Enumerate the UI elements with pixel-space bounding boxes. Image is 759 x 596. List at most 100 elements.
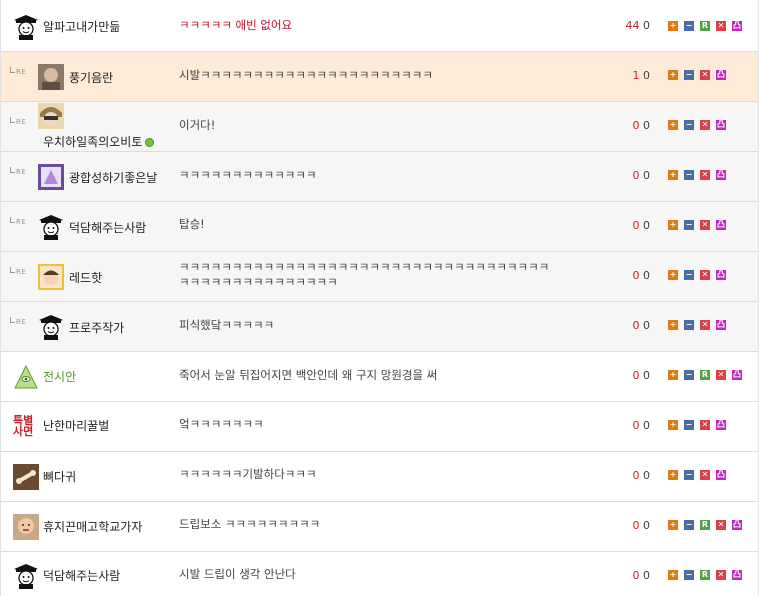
downvote-count: 0 xyxy=(643,469,650,482)
upvote-count: 0 xyxy=(632,469,640,482)
delete-button[interactable]: ✕ xyxy=(700,70,710,80)
comment-author[interactable]: 뼈다귀 xyxy=(43,468,76,485)
delete-button[interactable]: ✕ xyxy=(700,470,710,480)
vote-count: 0 0 xyxy=(633,169,651,182)
comment-actions: + − ✕ 凸 xyxy=(668,70,726,80)
report-button[interactable]: 凸 xyxy=(716,220,726,230)
comment-actions: + − ✕ 凸 xyxy=(668,270,726,280)
report-button[interactable]: 凸 xyxy=(732,520,742,530)
comment-actions: + − R ✕ 凸 xyxy=(668,21,742,31)
oppose-button[interactable]: − xyxy=(684,520,694,530)
recommend-button[interactable]: + xyxy=(668,420,678,430)
comment-author[interactable]: 덕담해주는사람 xyxy=(69,219,146,236)
oppose-button[interactable]: − xyxy=(684,120,694,130)
downvote-count: 0 xyxy=(643,19,650,32)
comment-actions: + − ✕ 凸 xyxy=(668,120,726,130)
downvote-count: 0 xyxy=(643,119,650,132)
downvote-count: 0 xyxy=(643,519,650,532)
recommend-button[interactable]: + xyxy=(668,170,678,180)
report-button[interactable]: 凸 xyxy=(716,120,726,130)
reply-button[interactable]: R xyxy=(700,370,710,380)
delete-button[interactable]: ✕ xyxy=(700,270,710,280)
report-button[interactable]: 凸 xyxy=(716,470,726,480)
comment-text: ㅋㅋㅋㅋㅋㅋㅋㅋㅋㅋㅋㅋㅋㅋㅋㅋㅋㅋㅋㅋㅋㅋㅋㅋㅋㅋㅋㅋㅋㅋㅋㅋㅋㅋㅋ ㅋㅋㅋㅋ… xyxy=(179,260,550,289)
oppose-button[interactable]: − xyxy=(684,70,694,80)
oppose-button[interactable]: − xyxy=(684,570,694,580)
face-avatar-icon xyxy=(13,514,39,540)
oppose-button[interactable]: − xyxy=(684,270,694,280)
recommend-button[interactable]: + xyxy=(668,520,678,530)
recommend-button[interactable]: + xyxy=(668,70,678,80)
comment-row: 알파고내가만듦 ㅋㅋㅋㅋㅋ 애빈 없어요 44 0 + − R ✕ 凸 xyxy=(1,2,758,52)
comment-author[interactable]: 덕담해주는사람 xyxy=(43,567,120,584)
comment-author[interactable]: 알파고내가만듦 xyxy=(43,18,120,35)
recommend-button[interactable]: + xyxy=(668,470,678,480)
vote-count: 0 0 xyxy=(633,519,651,532)
delete-button[interactable]: ✕ xyxy=(716,570,726,580)
recommend-button[interactable]: + xyxy=(668,370,678,380)
upvote-count: 0 xyxy=(632,419,640,432)
special-badge: 특별 사면 xyxy=(13,414,34,438)
comment-actions: + − ✕ 凸 xyxy=(668,170,726,180)
comment-text: 엌ㅋㅋㅋㅋㅋㅋㅋ xyxy=(179,417,264,431)
reply-button[interactable]: R xyxy=(700,570,710,580)
recommend-button[interactable]: + xyxy=(668,21,678,31)
recommend-button[interactable]: + xyxy=(668,320,678,330)
comment-author[interactable]: 레드핫 xyxy=(69,269,102,286)
reply-button[interactable]: R xyxy=(700,21,710,31)
recommend-button[interactable]: + xyxy=(668,570,678,580)
comment-author[interactable]: 광합성하기좋은날 xyxy=(69,169,157,186)
delete-button[interactable]: ✕ xyxy=(716,520,726,530)
anime-avatar-icon xyxy=(38,103,64,129)
report-button[interactable]: 凸 xyxy=(732,21,742,31)
comment-author[interactable]: 휴지끈매고학교가자 xyxy=(43,518,142,535)
delete-button[interactable]: ✕ xyxy=(700,120,710,130)
comment-row: 휴지끈매고학교가자 드립보소 ㅋㅋㅋㅋㅋㅋㅋㅋㅋ 0 0 + − R ✕ 凸 xyxy=(1,502,758,552)
report-button[interactable]: 凸 xyxy=(732,370,742,380)
upvote-count: 0 xyxy=(632,119,640,132)
comment-author[interactable]: 전시안 xyxy=(43,368,76,385)
report-button[interactable]: 凸 xyxy=(716,170,726,180)
oppose-button[interactable]: − xyxy=(684,370,694,380)
vote-count: 0 0 xyxy=(633,119,651,132)
recommend-button[interactable]: + xyxy=(668,120,678,130)
report-button[interactable]: 凸 xyxy=(716,70,726,80)
report-button[interactable]: 凸 xyxy=(732,570,742,580)
comment-author[interactable]: 프로주작가 xyxy=(69,319,124,336)
report-button[interactable]: 凸 xyxy=(716,320,726,330)
reply-button[interactable]: R xyxy=(700,520,710,530)
child-avatar-icon xyxy=(38,264,64,290)
delete-button[interactable]: ✕ xyxy=(700,420,710,430)
delete-button[interactable]: ✕ xyxy=(716,370,726,380)
report-button[interactable]: 凸 xyxy=(716,420,726,430)
comment-author[interactable]: 난한마리꿀벌 xyxy=(43,417,109,434)
comment-author[interactable]: 우치하일족의오비토 xyxy=(43,133,155,150)
reply-marker-icon: RE xyxy=(10,217,26,226)
upvote-count: 0 xyxy=(632,319,640,332)
recommend-button[interactable]: + xyxy=(668,220,678,230)
downvote-count: 0 xyxy=(643,369,650,382)
oppose-button[interactable]: − xyxy=(684,21,694,31)
oppose-button[interactable]: − xyxy=(684,420,694,430)
oppose-button[interactable]: − xyxy=(684,220,694,230)
report-button[interactable]: 凸 xyxy=(716,270,726,280)
upvote-count: 0 xyxy=(632,219,640,232)
comment-actions: + − ✕ 凸 xyxy=(668,420,726,430)
comment-author[interactable]: 풍기음란 xyxy=(69,69,113,86)
vote-count: 0 0 xyxy=(633,319,651,332)
downvote-count: 0 xyxy=(643,169,650,182)
oppose-button[interactable]: − xyxy=(684,170,694,180)
comment-list: 알파고내가만듦 ㅋㅋㅋㅋㅋ 애빈 없어요 44 0 + − R ✕ 凸 RE 풍… xyxy=(0,0,759,596)
delete-button[interactable]: ✕ xyxy=(700,320,710,330)
reply-marker-icon: RE xyxy=(10,267,26,276)
comment-actions: + − R ✕ 凸 xyxy=(668,570,742,580)
delete-button[interactable]: ✕ xyxy=(700,220,710,230)
vote-count: 0 0 xyxy=(633,369,651,382)
oppose-button[interactable]: − xyxy=(684,320,694,330)
downvote-count: 0 xyxy=(643,69,650,82)
oppose-button[interactable]: − xyxy=(684,470,694,480)
recommend-button[interactable]: + xyxy=(668,270,678,280)
reply-marker-icon: RE xyxy=(10,167,26,176)
delete-button[interactable]: ✕ xyxy=(716,21,726,31)
delete-button[interactable]: ✕ xyxy=(700,170,710,180)
